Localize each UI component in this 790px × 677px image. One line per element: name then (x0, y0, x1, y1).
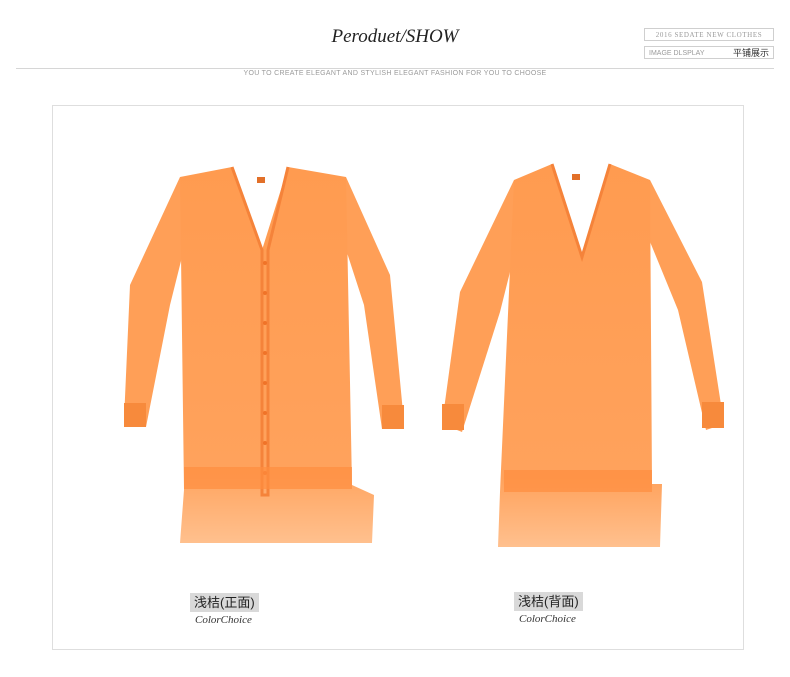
header-tagline: YOU TO CREATE ELEGANT AND STYLISH ELEGAN… (0, 62, 790, 80)
color-label-back: 浅桔(背面) (514, 592, 583, 611)
color-label-front: 浅桔(正面) (190, 593, 259, 612)
color-choice-front: ColorChoice (195, 614, 252, 626)
season-badge: 2016 SEDATE NEW CLOTHES (644, 28, 774, 41)
display-badge-cn: 平铺展示 (732, 48, 769, 58)
display-badge: IMAGE DLSPLAY 平铺展示 (644, 46, 774, 59)
color-choice-back: ColorChoice (519, 613, 576, 625)
cardigan-front-image (120, 165, 410, 545)
display-badge-en: IMAGE DLSPLAY (649, 50, 705, 57)
cardigan-back-image (440, 162, 730, 550)
